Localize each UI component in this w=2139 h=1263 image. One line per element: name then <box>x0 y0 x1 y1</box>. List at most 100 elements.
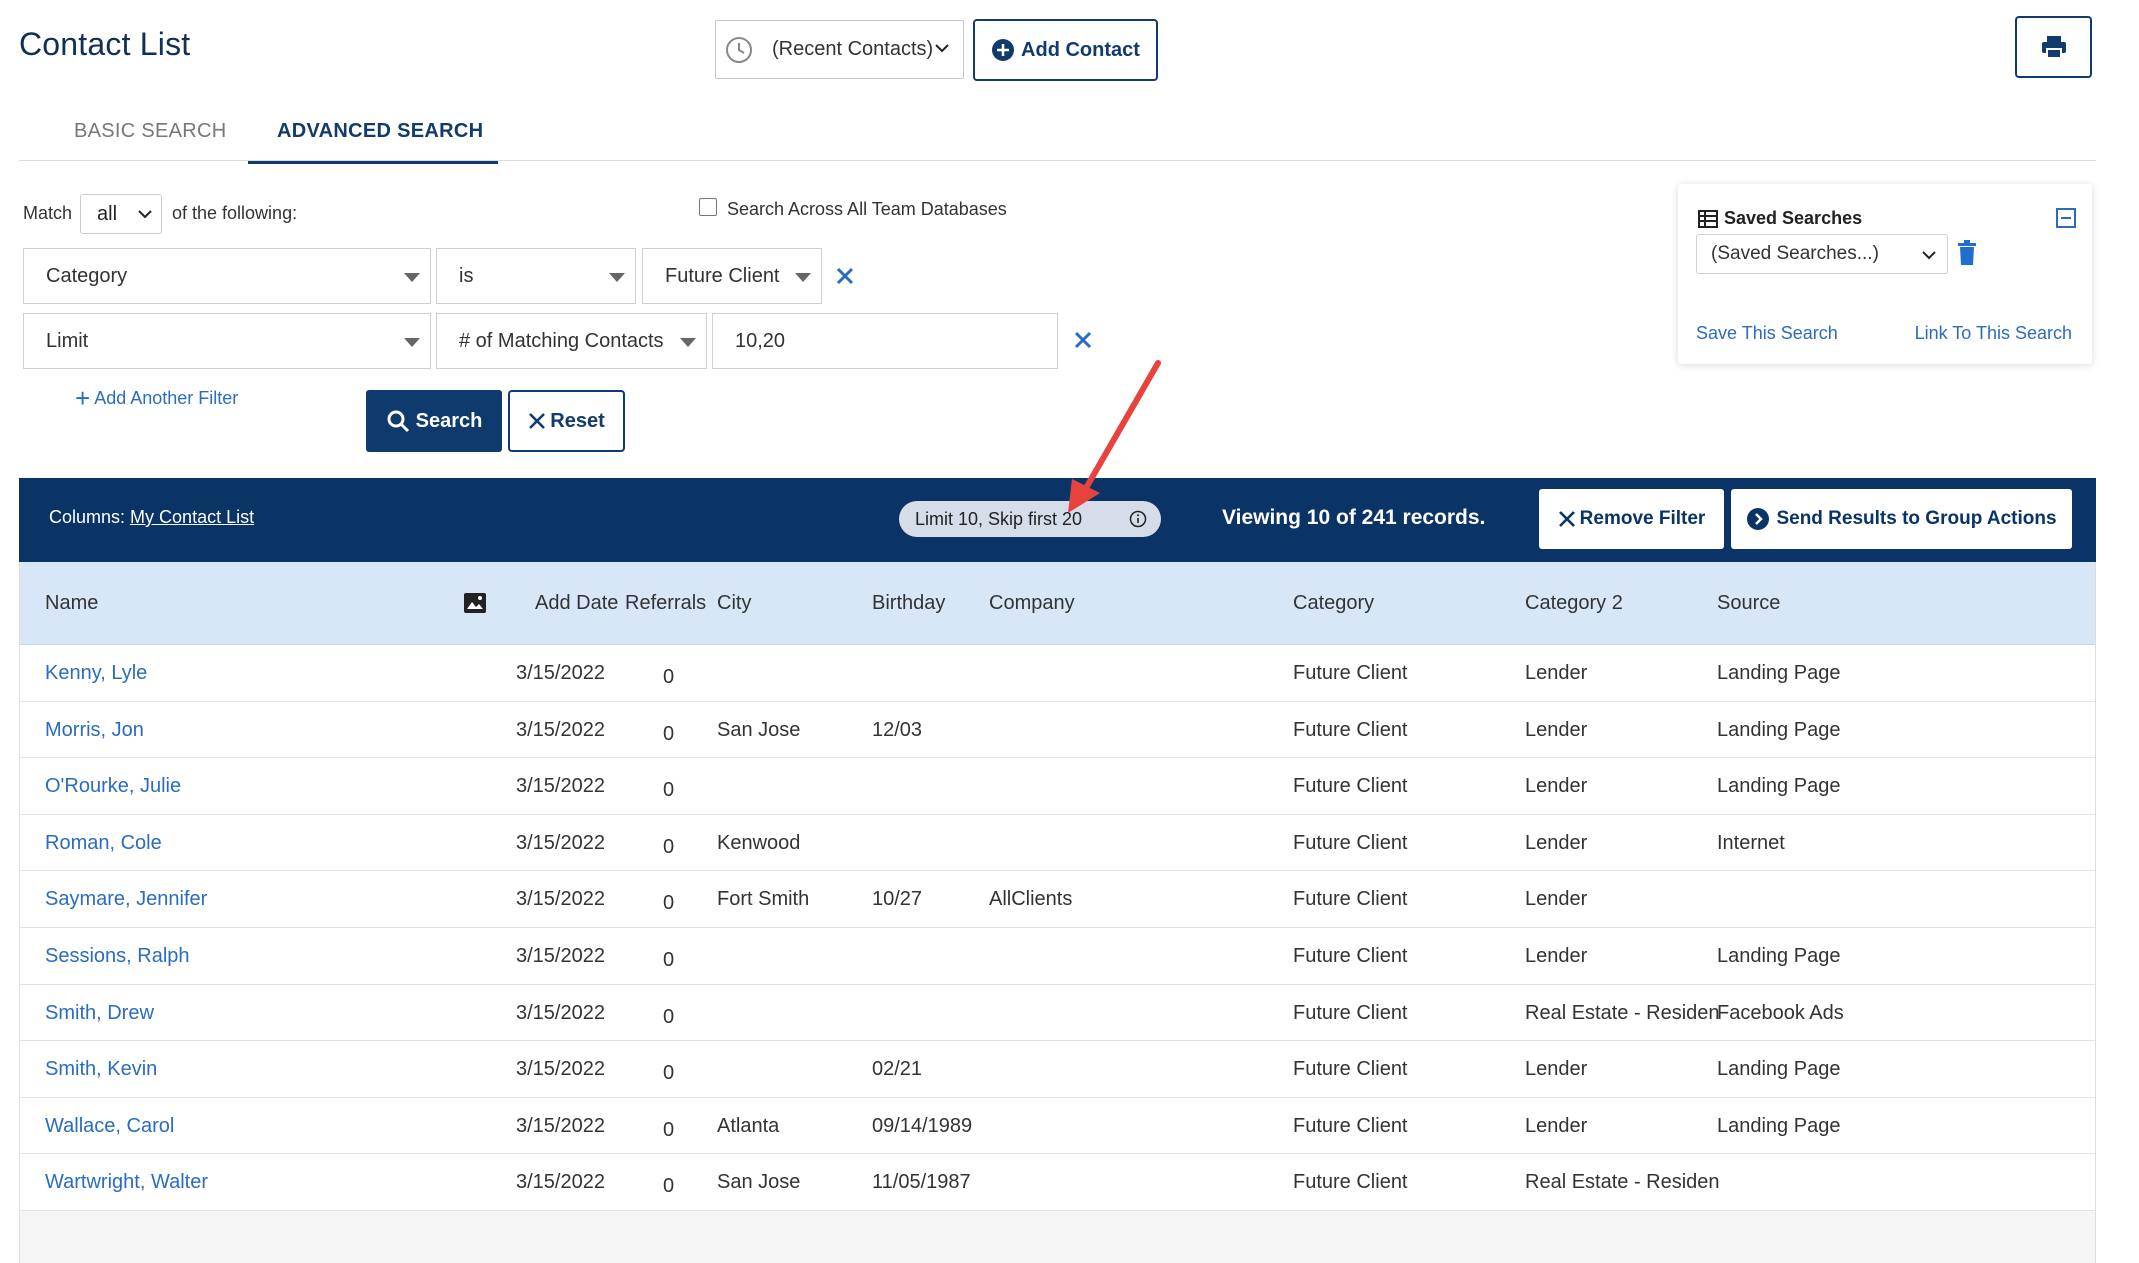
table-row[interactable]: Morris, Jon 3/15/2022 0 San Jose 12/03 Future… <box>20 701 2095 759</box>
category-cell: Future Client <box>1293 775 1408 798</box>
add-date-cell: 3/15/2022 <box>516 1114 605 1137</box>
filter-value-input[interactable]: 10,20 <box>712 313 1058 369</box>
add-date-cell: 3/15/2022 <box>516 831 605 854</box>
columns-link[interactable]: My Contact List <box>130 507 254 527</box>
contact-name-link[interactable]: Sessions, Ralph <box>45 945 190 968</box>
column-header-name[interactable]: Name <box>45 592 98 615</box>
tab-basic-search[interactable]: BASIC SEARCH <box>74 120 227 143</box>
trash-icon[interactable] <box>1956 240 1978 266</box>
city-cell: Atlanta <box>717 1114 780 1137</box>
filter-operator-select[interactable]: # of Matching Contacts <box>436 313 707 369</box>
category2-cell: Lender <box>1525 1114 1588 1137</box>
chevron-down-icon <box>935 44 949 53</box>
add-date-cell: 3/15/2022 <box>516 1001 605 1024</box>
column-header-category2[interactable]: Category 2 <box>1525 592 1623 615</box>
source-cell: Landing Page <box>1717 718 1841 741</box>
table-row[interactable]: Saymare, Jennifer 3/15/2022 0 Fort Smith 10/… <box>20 871 2095 928</box>
remove-filter-close-icon[interactable] <box>1072 329 1094 351</box>
filter-operator-select[interactable]: is <box>436 248 636 304</box>
search-button[interactable]: Search <box>366 390 502 452</box>
contact-name-link[interactable]: Wallace, Carol <box>45 1115 174 1138</box>
referrals-cell: 0 <box>663 1005 675 1028</box>
recent-contacts-label: (Recent Contacts) <box>772 38 934 60</box>
birthday-cell: 10/27 <box>872 888 923 911</box>
table-row[interactable]: Sessions, Ralph 3/15/2022 0 Future Client Le… <box>20 927 2095 985</box>
contact-name-link[interactable]: Roman, Cole <box>45 832 162 855</box>
category2-cell: Lender <box>1525 775 1588 798</box>
table-row[interactable]: Smith, Drew 3/15/2022 0 Future Client Real E… <box>20 984 2095 1042</box>
group-actions-label: Send Results to Group Actions <box>1776 508 2057 529</box>
city-cell: Fort Smith <box>717 888 810 911</box>
page-title: Contact List <box>19 26 191 62</box>
column-header-add-date[interactable]: Add Date <box>535 592 618 615</box>
column-header-birthday[interactable]: Birthday <box>872 592 945 615</box>
reset-button[interactable]: Reset <box>508 390 625 452</box>
contact-name-link[interactable]: Morris, Jon <box>45 719 144 742</box>
add-date-cell: 3/15/2022 <box>516 662 605 684</box>
save-this-search-link[interactable]: Save This Search <box>1696 323 1838 344</box>
filter-field-value: Limit <box>46 329 89 352</box>
column-header-referrals[interactable]: Referrals <box>625 592 706 615</box>
table-row[interactable]: O'Rourke, Julie 3/15/2022 0 Future Client Le… <box>20 758 2095 815</box>
category-cell: Future Client <box>1293 1001 1408 1024</box>
filter-field-select[interactable]: Limit <box>23 313 431 369</box>
add-date-cell: 3/15/2022 <box>516 1171 605 1194</box>
table-row[interactable]: Wallace, Carol 3/15/2022 0 Atlanta 09/14/198… <box>20 1097 2095 1155</box>
contact-name-link[interactable]: Smith, Drew <box>45 1002 154 1025</box>
category-cell: Future Client <box>1293 888 1408 911</box>
link-to-this-search-link[interactable]: Link To This Search <box>1915 323 2072 344</box>
source-cell: Internet <box>1717 831 1785 854</box>
category2-cell: Lender <box>1525 831 1588 854</box>
saved-searches-label: Saved Searches <box>1724 208 1863 228</box>
columns-prefix: Columns: <box>49 507 126 527</box>
collapse-icon[interactable] <box>2056 208 2076 228</box>
remove-filter-close-icon[interactable] <box>834 265 856 287</box>
filter-value-select[interactable]: Future Client <box>642 248 822 304</box>
city-cell: Kenwood <box>717 831 801 854</box>
contact-name-link[interactable]: Kenny, Lyle <box>45 662 147 685</box>
annotation-arrow <box>1068 360 1161 513</box>
source-cell: Facebook Ads <box>1717 1001 1844 1024</box>
column-header-company[interactable]: Company <box>989 592 1075 615</box>
add-date-cell: 3/15/2022 <box>516 1058 605 1081</box>
saved-searches-value: (Saved Searches...) <box>1711 243 1879 264</box>
remove-filter-button[interactable]: Remove Filter <box>1539 489 1724 549</box>
column-header-source[interactable]: Source <box>1717 592 1780 615</box>
filter-field-select[interactable]: Category <box>23 248 431 304</box>
tab-advanced-search[interactable]: ADVANCED SEARCH <box>277 120 483 143</box>
table-row[interactable]: Roman, Cole 3/15/2022 0 Kenwood Future Clien… <box>20 814 2095 872</box>
recent-contacts-select[interactable]: (Recent Contacts) <box>715 20 964 79</box>
category2-cell: Real Estate - Residen <box>1525 1001 1720 1024</box>
table-row[interactable]: Wartwright, Walter 3/15/2022 0 San Jose 11/0… <box>20 1154 2095 1211</box>
referrals-cell: 0 <box>663 892 675 915</box>
table-row[interactable]: Smith, Kevin 3/15/2022 0 02/21 Future Client… <box>20 1041 2095 1098</box>
table-row[interactable]: Kenny, Lyle 3/15/2022 0 Future Client Lender… <box>20 645 2095 702</box>
saved-searches-select[interactable]: (Saved Searches...) <box>1696 234 1948 274</box>
contact-name-link[interactable]: Wartwright, Walter <box>45 1171 208 1194</box>
filter-operator-value: is <box>459 264 474 287</box>
add-filter-label: Add Another Filter <box>94 387 239 408</box>
table-header: Name Add Date Referrals City Birthday Co… <box>20 562 2095 645</box>
add-date-cell: 3/15/2022 <box>516 775 605 798</box>
print-button[interactable] <box>2015 16 2092 78</box>
caret-down-icon <box>680 338 696 347</box>
team-databases-checkbox[interactable] <box>699 198 717 216</box>
contact-name-link[interactable]: O'Rourke, Julie <box>45 775 181 798</box>
caret-down-icon <box>609 273 625 282</box>
match-select[interactable]: all <box>80 194 162 234</box>
add-contact-label: Add Contact <box>1021 38 1140 61</box>
columns-label: Columns: My Contact List <box>49 507 254 528</box>
add-another-filter-link[interactable]: + Add Another Filter <box>75 385 238 411</box>
add-date-cell: 3/15/2022 <box>516 944 605 967</box>
referrals-cell: 0 <box>663 1118 675 1141</box>
filter-value: 10,20 <box>735 329 786 352</box>
add-contact-button[interactable]: Add Contact <box>973 19 1158 81</box>
column-header-city[interactable]: City <box>717 592 751 615</box>
saved-searches-panel: Saved Searches (Saved Searches...) Save … <box>1678 184 2092 364</box>
send-to-group-actions-button[interactable]: Send Results to Group Actions <box>1731 489 2072 549</box>
chevron-down-icon <box>1922 251 1936 260</box>
contact-name-link[interactable]: Saymare, Jennifer <box>45 888 207 911</box>
records-count: Viewing 10 of 241 records. <box>1222 506 1486 529</box>
contact-name-link[interactable]: Smith, Kevin <box>45 1058 157 1081</box>
column-header-category[interactable]: Category <box>1293 592 1374 615</box>
